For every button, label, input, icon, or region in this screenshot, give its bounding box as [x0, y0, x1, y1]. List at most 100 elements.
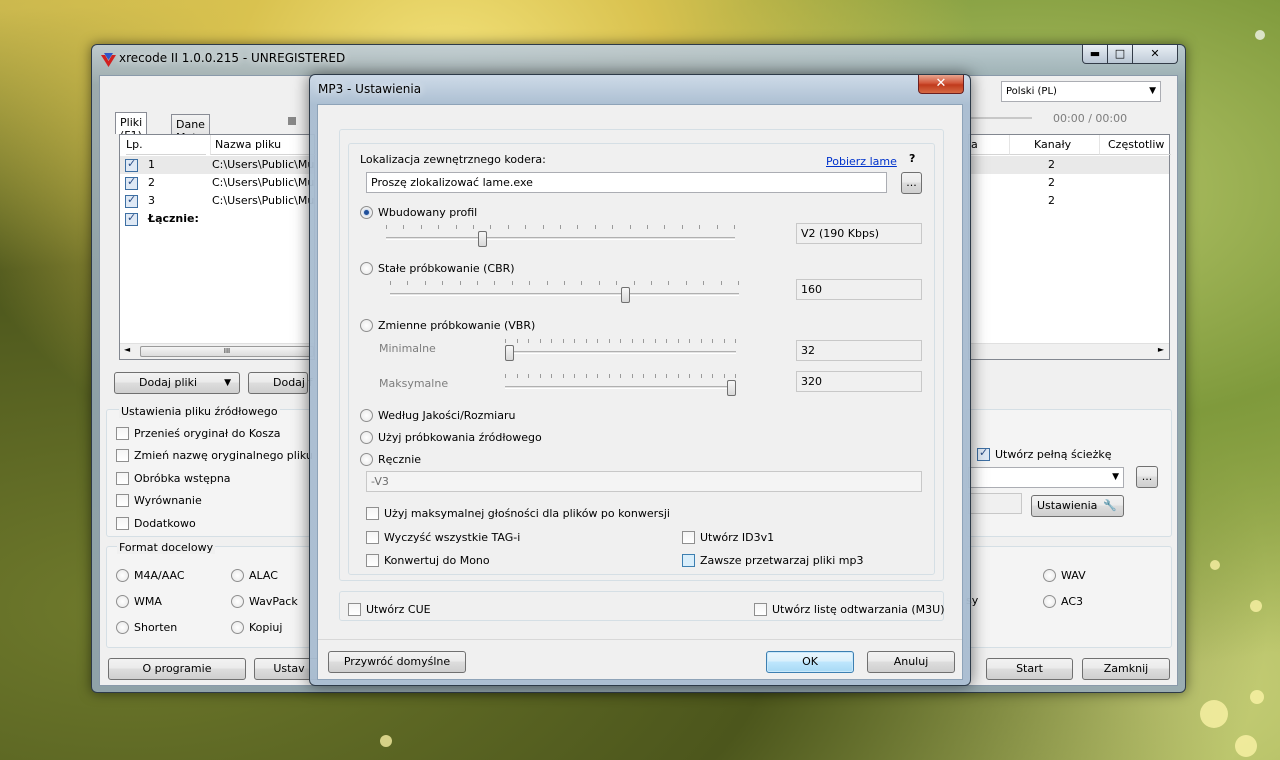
language-select[interactable]: Polski (PL) ▼ — [1001, 81, 1161, 102]
convert-to-mono-option[interactable]: Konwertuj do Mono — [366, 553, 490, 567]
checkbox[interactable] — [116, 493, 129, 507]
move-to-trash-option[interactable]: Przenieś oryginał do Kosza — [116, 426, 281, 440]
table-row[interactable]: 2 C:\Users\Public\Mu — [120, 174, 314, 192]
close-window-button[interactable]: ✕ — [1132, 45, 1178, 64]
table-row[interactable]: 2 — [969, 192, 1169, 210]
checkbox[interactable] — [116, 516, 129, 530]
about-button[interactable]: O programie — [108, 658, 246, 680]
cancel-button[interactable]: Anuluj — [867, 651, 955, 673]
preprocessing-option[interactable]: Obróbka wstępna — [116, 471, 231, 485]
clear-tags-option[interactable]: Wyczyść wszystkie TAG-i — [366, 530, 520, 544]
browse-encoder-button[interactable]: ... — [901, 172, 922, 194]
manual-option[interactable]: Ręcznie — [360, 452, 421, 466]
format-wma[interactable]: WMA — [116, 594, 162, 608]
vbr-option[interactable]: Zmienne próbkowanie (VBR) — [360, 318, 535, 332]
checkbox[interactable] — [682, 553, 695, 567]
builtin-profile-option[interactable]: Wbudowany profil — [360, 205, 477, 219]
total-checkbox[interactable] — [125, 211, 138, 226]
checkbox[interactable] — [366, 530, 379, 544]
column-header-filename[interactable]: Nazwa pliku źródło — [210, 135, 316, 170]
additional-option[interactable]: Dodatkowo — [116, 516, 196, 530]
download-lame-link[interactable]: Pobierz lame — [826, 155, 897, 168]
row-checkbox[interactable] — [125, 157, 138, 172]
scrollbar-thumb[interactable]: III — [140, 346, 314, 357]
radio[interactable] — [231, 568, 244, 582]
format-m4a-aac[interactable]: M4A/AAC — [116, 568, 185, 582]
builtin-profile-slider[interactable] — [386, 220, 735, 250]
column-header-frequency[interactable]: Częstotliw — [1099, 135, 1171, 155]
rename-original-option[interactable]: Zmień nazwę oryginalnego pliku p — [116, 448, 323, 462]
horizontal-scrollbar[interactable]: ◄ III — [120, 343, 314, 359]
encoder-path-field[interactable]: Proszę zlokalizować lame.exe — [366, 172, 887, 193]
format-alac[interactable]: ALAC — [231, 568, 278, 582]
format-shorten[interactable]: Shorten — [116, 620, 177, 634]
vbr-min-slider[interactable] — [505, 334, 736, 364]
format-wav[interactable]: WAV — [1043, 568, 1086, 582]
format-wavpack[interactable]: WavPack — [231, 594, 298, 608]
seek-bar[interactable] — [970, 117, 1032, 119]
settings-button[interactable]: Ustawienia 🔧 — [1031, 495, 1124, 517]
checkbox[interactable] — [366, 553, 379, 567]
stop-icon[interactable] — [288, 117, 296, 125]
table-row[interactable]: 2 — [969, 156, 1169, 174]
create-playlist-option[interactable]: Utwórz listę odtwarzania (M3U) — [754, 602, 945, 616]
checkbox[interactable] — [682, 530, 695, 544]
table-row[interactable]: 2 — [969, 174, 1169, 192]
tab-metadata[interactable]: Dane Meta (F2) — [171, 114, 210, 157]
max-volume-option[interactable]: Użyj maksymalnej głośności dla plików po… — [366, 506, 670, 520]
format-copy[interactable]: Kopiuj — [231, 620, 282, 634]
checkbox[interactable] — [116, 426, 129, 440]
always-process-option[interactable]: Zawsze przetwarzaj pliki mp3 — [682, 553, 863, 567]
full-path-option[interactable]: Utwórz pełną ścieżkę — [977, 446, 1111, 461]
radio[interactable] — [360, 430, 373, 444]
output-folder-select[interactable]: ▼ — [968, 467, 1124, 488]
help-icon[interactable]: ? — [909, 152, 915, 165]
restore-defaults-button[interactable]: Przywróć domyślne — [328, 651, 466, 673]
start-button[interactable]: Start — [986, 658, 1073, 680]
file-list[interactable]: Lp. Nazwa pliku źródło 1 C:\Users\Public… — [119, 134, 316, 360]
ok-button[interactable]: OK — [766, 651, 854, 673]
radio[interactable] — [360, 408, 373, 422]
browse-output-button[interactable]: ... — [1136, 466, 1158, 488]
format-ac3[interactable]: AC3 — [1043, 594, 1083, 608]
slider-track[interactable] — [505, 351, 736, 354]
file-list-right[interactable]: a Kanały Częstotliw 2 2 2 ► — [968, 134, 1171, 360]
radio[interactable] — [360, 452, 373, 466]
checkbox[interactable] — [977, 446, 990, 461]
cbr-option[interactable]: Stałe próbkowanie (CBR) — [360, 261, 515, 275]
checkbox[interactable] — [116, 448, 129, 462]
slider-track[interactable] — [390, 293, 739, 296]
checkbox[interactable] — [348, 602, 361, 616]
manual-parameters-field[interactable]: -V3 — [366, 471, 922, 492]
column-header-number[interactable]: Lp. — [126, 135, 206, 155]
cbr-slider[interactable] — [390, 276, 739, 306]
scroll-left-icon[interactable]: ◄ — [124, 345, 130, 354]
radio[interactable] — [360, 261, 373, 275]
horizontal-scrollbar[interactable]: ► — [969, 343, 1169, 359]
checkbox[interactable] — [116, 471, 129, 485]
checkbox[interactable] — [366, 506, 379, 520]
slider-track[interactable] — [386, 237, 735, 240]
quality-size-option[interactable]: Według Jakości/Rozmiaru — [360, 408, 515, 422]
minimize-button[interactable]: ▬ — [1082, 45, 1108, 64]
maximize-button[interactable]: □ — [1107, 45, 1133, 64]
radio[interactable] — [360, 318, 373, 332]
radio[interactable] — [116, 568, 129, 582]
vbr-max-slider[interactable] — [505, 369, 736, 399]
radio[interactable] — [1043, 568, 1056, 582]
slider-thumb[interactable] — [478, 231, 487, 247]
slider-thumb[interactable] — [727, 380, 736, 396]
radio[interactable] — [1043, 594, 1056, 608]
radio[interactable] — [116, 620, 129, 634]
source-sampling-option[interactable]: Użyj próbkowania źródłowego — [360, 430, 542, 444]
checkbox[interactable] — [754, 602, 767, 616]
radio[interactable] — [231, 594, 244, 608]
normalization-option[interactable]: Wyrównanie — [116, 493, 202, 507]
dialog-close-button[interactable]: ✕ — [918, 75, 964, 94]
tab-files[interactable]: Pliki (F1) — [115, 112, 148, 142]
row-checkbox[interactable] — [125, 175, 138, 190]
create-cue-option[interactable]: Utwórz CUE — [348, 602, 431, 616]
slider-thumb[interactable] — [505, 345, 514, 361]
row-checkbox[interactable] — [125, 193, 138, 208]
slider-track[interactable] — [505, 386, 736, 389]
